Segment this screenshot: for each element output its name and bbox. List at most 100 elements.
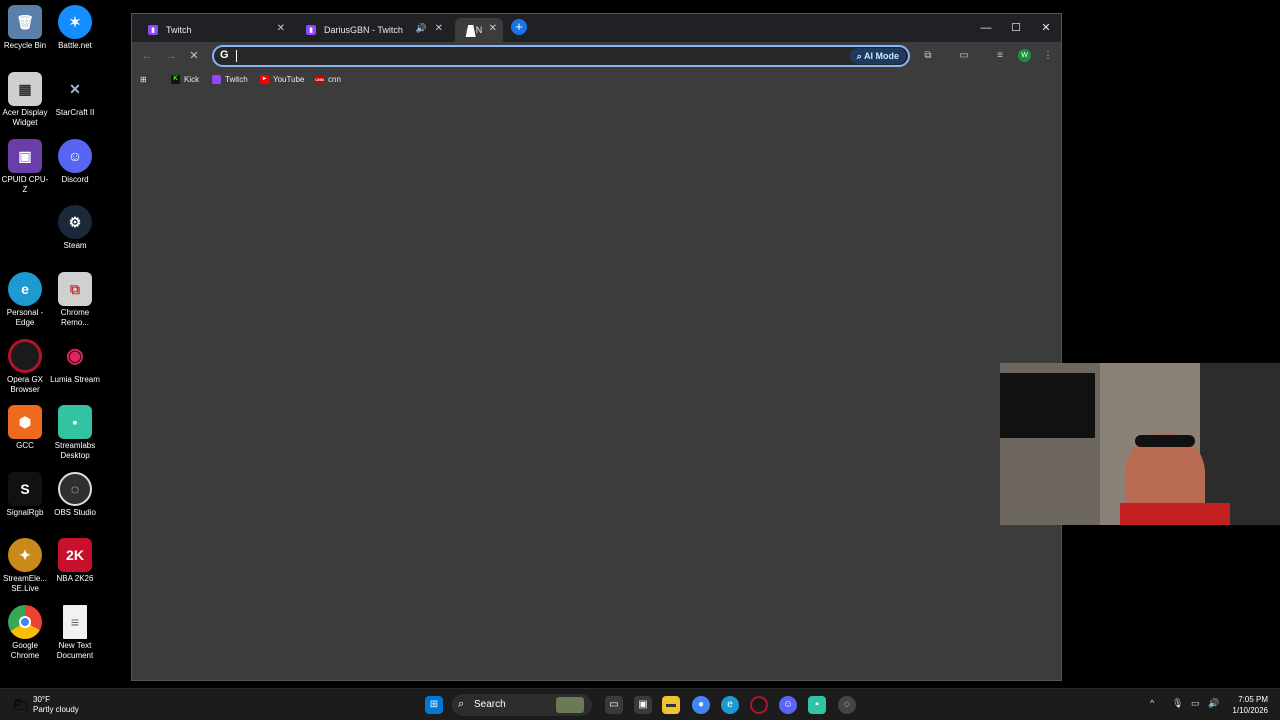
twitch-icon: ▮	[148, 25, 158, 35]
clock-time: 7:05 PM	[1238, 695, 1268, 704]
close-tab-icon[interactable]: ✕	[489, 23, 497, 34]
maximize-button[interactable]: ☐	[1001, 18, 1031, 38]
streamlabs-icon: ▪	[58, 405, 92, 439]
desktop-icon-label: Discord	[61, 175, 89, 184]
desktop-icon-label: Battle.net	[58, 41, 92, 50]
desktop-icon-battlenet[interactable]: ✶ Battle.net	[50, 5, 100, 51]
bookmark-label: cnn	[328, 74, 341, 84]
google-icon: G	[220, 49, 229, 61]
clock-date: 1/10/2026	[1232, 706, 1268, 715]
twitch-icon	[212, 74, 221, 84]
desktop-icon-discord[interactable]: ☺ Discord	[50, 139, 100, 185]
desktop-icon-label: NBA 2K26	[56, 574, 94, 583]
bookmark-twitch[interactable]: Twitch	[212, 72, 248, 86]
volume-icon[interactable]: 🔊	[1208, 698, 1219, 709]
new-tab-button[interactable]: +	[511, 19, 527, 35]
lumia-icon: ◉	[58, 339, 92, 373]
clock[interactable]: 7:05 PM 1/10/2026	[1226, 694, 1268, 716]
desktop-icon-label: StreamEle... SE.Live	[2, 574, 47, 593]
desktop-icon-edge[interactable]: e Personal - Edge	[0, 272, 50, 328]
desktop-icon-lumia[interactable]: ◉ Lumia Stream	[50, 339, 100, 385]
forward-icon[interactable]: →	[162, 47, 180, 65]
profile-avatar[interactable]: W	[1018, 49, 1031, 62]
desktop-icon-opera-gx[interactable]: Opera GX Browser	[0, 339, 50, 395]
taskbar-edge-icon[interactable]: e	[721, 696, 739, 714]
steam-icon: ⚙	[58, 205, 92, 239]
opera-gx-icon	[8, 339, 42, 373]
twitch-icon: ▮	[306, 25, 316, 35]
cpuz-icon: ▣	[8, 139, 42, 173]
cnn-icon: CNN	[315, 74, 324, 84]
webcam-shirt	[1120, 503, 1230, 525]
ai-mode-button[interactable]: ⌕ AI Mode	[849, 48, 906, 64]
microphone-icon[interactable]: 🎙	[1172, 698, 1183, 709]
taskbar-opera-gx-icon[interactable]	[750, 696, 768, 714]
bookmarks-bar: ⊞ K Kick Twitch ▸ YouTube CNN cnn	[132, 70, 1061, 88]
taskbar-discord-icon[interactable]: ☺	[779, 696, 797, 714]
speaker-icon[interactable]: 🔊	[416, 23, 427, 34]
search-box[interactable]: ⌕ Search	[452, 694, 592, 716]
desktop-icon-text-document[interactable]: ≡ New Text Document	[50, 605, 100, 661]
tab-loading[interactable]: ◌ N ✕	[455, 18, 503, 42]
close-tab-icon[interactable]: ✕	[435, 23, 443, 34]
desktop-icon-label: Google Chrome	[10, 641, 40, 660]
weather-widget[interactable]: 30°F Partly cloudy	[33, 695, 79, 715]
tab-strip: ▮ Twitch ✕ ▮ DariusGBN - Twitch 🔊 ✕ ◌ N …	[132, 14, 1061, 42]
display-icon[interactable]: ▭	[1191, 698, 1200, 709]
menu-dots-icon[interactable]: ⋮	[1040, 48, 1056, 64]
desktop-icon-recycle-bin[interactable]: 🗑 Recycle Bin	[0, 5, 50, 51]
desktop-icon-chrome-remote[interactable]: ⧉ Chrome Remo...	[50, 272, 100, 328]
tab-twitch[interactable]: ▮ Twitch ✕	[138, 18, 293, 42]
start-button[interactable]: ⊞	[425, 696, 443, 714]
side-panel-icon[interactable]: ▭	[956, 48, 972, 64]
widgets-icon[interactable]: ▣	[634, 696, 652, 714]
show-hidden-icons[interactable]: ^	[1150, 698, 1154, 708]
desktop-icon-chrome[interactable]: Google Chrome	[0, 605, 50, 661]
desktop-icon-label: Opera GX Browser	[6, 375, 43, 394]
search-label: Search	[474, 699, 506, 710]
desktop-icon-gcc[interactable]: ⬢ GCC	[0, 405, 50, 451]
bookmark-kick[interactable]: K Kick	[171, 72, 199, 86]
desktop-icon-acer-display[interactable]: ▦ Acer Display Widget	[0, 72, 50, 128]
desktop-icon-nba2k[interactable]: 2K NBA 2K26	[50, 538, 100, 584]
tab-dariusgbn[interactable]: ▮ DariusGBN - Twitch 🔊 ✕	[296, 18, 451, 42]
apps-grid-icon[interactable]: ⊞	[140, 72, 147, 86]
search-highlight-icon	[556, 697, 584, 713]
desktop-icon-starcraft[interactable]: ✕ StarCraft II	[50, 72, 100, 118]
desktop-icon-streamelements[interactable]: ✦ StreamEle... SE.Live	[0, 538, 50, 594]
close-button[interactable]: ✕	[1031, 18, 1061, 38]
taskbar-chrome-icon[interactable]: ●	[692, 696, 710, 714]
bookmark-label: YouTube	[273, 74, 305, 84]
desktop-icon-label: SignalRgb	[6, 508, 44, 517]
file-explorer-icon[interactable]: ▬	[662, 696, 680, 714]
close-tab-icon[interactable]: ✕	[277, 23, 285, 34]
search-icon: ⌕	[458, 698, 465, 710]
starcraft-icon: ✕	[58, 72, 92, 106]
chrome-remote-icon: ⧉	[58, 272, 92, 306]
desktop-icon-obs[interactable]: ◌ OBS Studio	[50, 472, 100, 518]
ai-mode-label: AI Mode	[864, 51, 899, 61]
taskbar-streamlabs-icon[interactable]: ▪	[808, 696, 826, 714]
bookmark-youtube[interactable]: ▸ YouTube	[260, 72, 304, 86]
signalrgb-icon: S	[8, 472, 42, 506]
desktop-icon-label: Steam	[63, 241, 87, 250]
desktop-icon-streamlabs[interactable]: ▪ Streamlabs Desktop	[50, 405, 100, 461]
extensions-icon[interactable]: ⧉	[920, 48, 936, 64]
acer-display-icon: ▦	[8, 72, 42, 106]
address-input[interactable]	[236, 49, 836, 63]
bookmark-cnn[interactable]: CNN cnn	[315, 72, 341, 86]
media-controls-icon[interactable]: ≡	[992, 48, 1008, 64]
youtube-icon: ▸	[260, 74, 269, 84]
desktop-icon-signalrgb[interactable]: S SignalRgb	[0, 472, 50, 518]
desktop-icon-steam[interactable]: ⚙ Steam	[50, 205, 100, 251]
back-icon[interactable]: ←	[138, 47, 156, 65]
weather-icon[interactable]: 🌥	[12, 695, 30, 713]
minimize-button[interactable]: —	[971, 18, 1001, 38]
task-view-icon[interactable]: ▭	[605, 696, 623, 714]
address-bar[interactable]: G ⌕ AI Mode	[212, 45, 910, 67]
desktop-icon-cpuz[interactable]: ▣ CPUID CPU-Z	[0, 139, 50, 195]
taskbar-obs-icon[interactable]: ◌	[838, 696, 856, 714]
edge-icon: e	[8, 272, 42, 306]
stop-loading-icon[interactable]: ✕	[185, 47, 203, 65]
streamelements-icon: ✦	[8, 538, 42, 572]
